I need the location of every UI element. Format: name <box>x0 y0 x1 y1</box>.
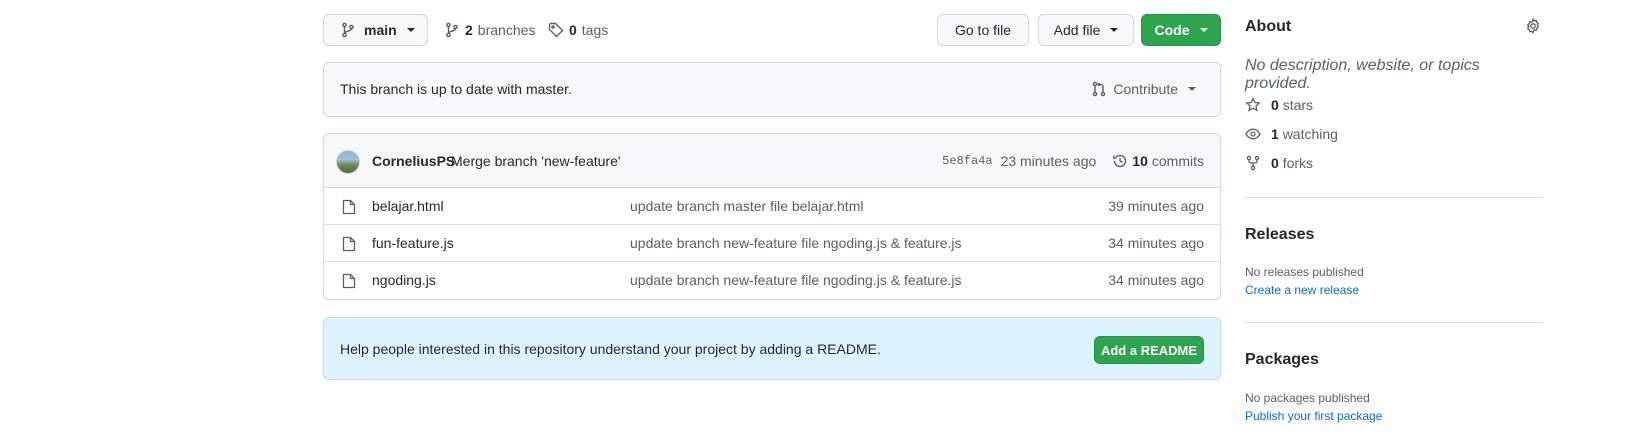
create-release-link[interactable]: Create a new release <box>1245 283 1359 297</box>
branches-count: 2 <box>465 22 473 38</box>
file-name[interactable]: fun-feature.js <box>372 235 454 251</box>
watching-link[interactable]: 1 watching <box>1245 126 1338 142</box>
git-branch-icon <box>446 22 458 38</box>
commit-message[interactable]: Merge branch 'new-feature' <box>451 153 621 169</box>
commit-meta: 5e8fa4a 23 minutes ago 10 commits <box>942 153 1204 169</box>
table-row: fun-feature.js update branch new-feature… <box>324 225 1220 262</box>
avatar[interactable] <box>336 150 360 174</box>
fork-icon <box>1246 155 1260 171</box>
file-time: 39 minutes ago <box>1108 198 1204 214</box>
no-packages-text: No packages published <box>1245 391 1370 405</box>
commit-sha[interactable]: 5e8fa4a <box>942 154 992 168</box>
forks-count: 0 <box>1271 155 1279 171</box>
stars-link[interactable]: 0 stars <box>1245 97 1313 113</box>
forks-link[interactable]: 0 forks <box>1245 155 1313 171</box>
forks-word: forks <box>1282 155 1314 171</box>
history-icon <box>1113 154 1127 168</box>
table-row: belajar.html update branch master file b… <box>324 188 1220 225</box>
branches-link[interactable]: 2 branches <box>444 14 535 46</box>
star-icon <box>1245 97 1261 112</box>
gear-icon[interactable] <box>1525 18 1541 34</box>
commits-link[interactable]: 10 commits <box>1112 153 1204 169</box>
commits-word: commits <box>1151 153 1204 169</box>
stars-word: stars <box>1282 97 1314 113</box>
branch-status-text: This branch is up to date with master. <box>340 81 572 97</box>
chevron-down-icon <box>1110 28 1119 32</box>
table-row: ngoding.js update branch new-feature fil… <box>324 262 1220 299</box>
repo-toolbar: main 2 branches 0 tags Go to file Add fi… <box>323 14 1221 46</box>
packages-heading[interactable]: Packages <box>1245 351 1319 369</box>
contribute-label: Contribute <box>1113 81 1178 97</box>
file-name[interactable]: ngoding.js <box>372 272 436 288</box>
stars-count: 0 <box>1271 97 1279 113</box>
publish-package-link[interactable]: Publish your first package <box>1245 409 1382 423</box>
contribute-dropdown[interactable]: Contribute <box>1091 81 1196 97</box>
code-label: Code <box>1154 22 1190 38</box>
go-to-file-label: Go to file <box>954 22 1012 38</box>
commit-time: 23 minutes ago <box>1000 153 1097 169</box>
file-time: 34 minutes ago <box>1108 272 1204 288</box>
file-icon <box>342 236 356 252</box>
chevron-down-icon <box>406 28 415 32</box>
code-button[interactable]: Code <box>1141 14 1221 46</box>
branch-status-box: This branch is up to date with master. C… <box>323 62 1221 117</box>
add-file-button[interactable]: Add file <box>1038 14 1134 46</box>
branch-name: main <box>364 22 397 38</box>
pull-request-icon <box>1093 81 1106 97</box>
commits-count: 10 <box>1132 153 1148 169</box>
about-description: No description, website, or topics provi… <box>1245 57 1480 92</box>
branch-select-button[interactable]: main <box>323 14 428 46</box>
file-icon <box>342 273 356 289</box>
tags-link[interactable]: 0 tags <box>548 14 608 46</box>
latest-commit-header: CorneliusPS Merge branch 'new-feature' 5… <box>324 134 1220 188</box>
sidebar-divider <box>1245 322 1542 323</box>
add-readme-button[interactable]: Add a README <box>1094 336 1204 364</box>
file-commit-message[interactable]: update branch new-feature file ngoding.j… <box>630 235 962 251</box>
tags-word: tags <box>581 22 609 38</box>
add-file-label: Add file <box>1053 22 1101 38</box>
readme-prompt-text: Help people interested in this repositor… <box>340 341 881 357</box>
repo-page: main 2 branches 0 tags Go to file Add fi… <box>0 0 1647 435</box>
sidebar-divider <box>1245 197 1542 198</box>
file-commit-message[interactable]: update branch new-feature file ngoding.j… <box>630 272 962 288</box>
file-table: CorneliusPS Merge branch 'new-feature' 5… <box>323 133 1221 300</box>
branches-word: branches <box>477 22 536 38</box>
git-branch-icon <box>342 22 354 38</box>
commit-author[interactable]: CorneliusPS <box>372 153 455 169</box>
chevron-down-icon <box>1199 28 1208 32</box>
file-icon <box>342 199 356 215</box>
chevron-down-icon <box>1188 87 1196 91</box>
releases-heading[interactable]: Releases <box>1245 226 1314 244</box>
about-heading: About <box>1245 18 1292 35</box>
go-to-file-button[interactable]: Go to file <box>937 14 1029 46</box>
file-name[interactable]: belajar.html <box>372 198 444 214</box>
file-time: 34 minutes ago <box>1108 235 1204 251</box>
about-sidebar: About No description, website, or topics… <box>1245 0 1542 435</box>
readme-banner: Help people interested in this repositor… <box>323 317 1221 380</box>
eye-icon <box>1245 128 1261 140</box>
file-commit-message[interactable]: update branch master file belajar.html <box>630 198 863 214</box>
watching-word: watching <box>1282 126 1338 142</box>
tag-icon <box>548 22 564 38</box>
watching-count: 1 <box>1271 126 1279 142</box>
no-releases-text: No releases published <box>1245 265 1364 279</box>
tags-count: 0 <box>569 22 577 38</box>
